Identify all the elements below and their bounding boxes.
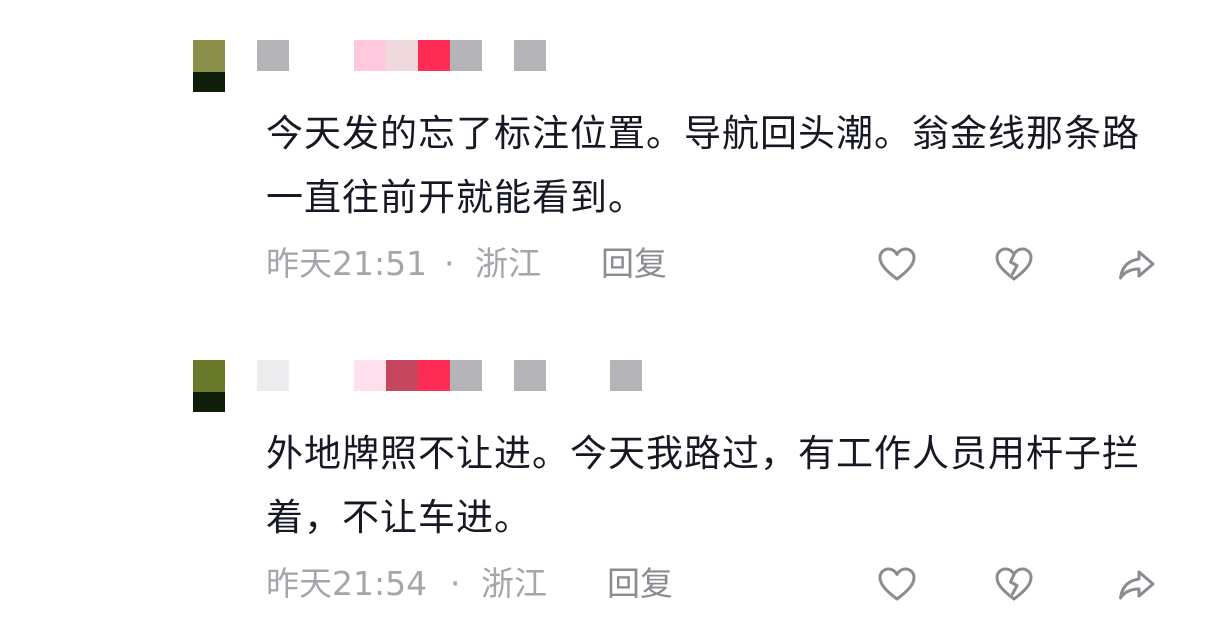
avatar[interactable] [193,40,225,92]
timestamp: 昨天21:54 [266,564,428,603]
comment-item: 外地牌照不让进。今天我路过，有工作人员用杆子拦着，不让车进。 昨天21:54 ·… [0,320,1220,620]
like-button[interactable] [875,563,919,607]
meta-separator: · [444,244,455,283]
dislike-button[interactable] [992,563,1036,607]
location: 浙江 [481,564,547,603]
name-block [257,360,289,391]
avatar[interactable] [193,360,225,412]
name-block [610,360,642,391]
share-button[interactable] [1115,563,1159,607]
broken-heart-icon [995,567,1033,601]
name-block [514,360,546,391]
avatar-top [193,40,225,72]
name-block [418,40,450,71]
avatar-bottom [193,72,225,92]
heart-icon [878,247,916,281]
name-block [450,40,482,71]
meta-separator: · [450,564,461,603]
like-button[interactable] [875,243,919,287]
broken-heart-icon [995,247,1033,281]
name-block [450,360,482,391]
comment-item: 今天发的忘了标注位置。导航回头潮。翁金线那条路一直往前开就能看到。 昨天21:5… [0,0,1220,300]
timestamp: 昨天21:51 [266,244,428,283]
username-pixelated[interactable] [257,360,657,391]
share-button[interactable] [1115,243,1159,287]
comment-text: 外地牌照不让进。今天我路过，有工作人员用杆子拦着，不让车进。 [266,432,1140,539]
share-icon [1119,250,1155,280]
name-block [418,360,450,391]
name-block [386,360,418,391]
name-block [354,40,386,71]
heart-icon [878,567,916,601]
name-block [514,40,546,71]
reply-button[interactable]: 回复 [601,242,667,286]
avatar-bottom [193,392,225,412]
name-block [257,40,289,71]
name-block [386,40,418,71]
share-icon [1119,570,1155,600]
reply-button[interactable]: 回复 [607,562,673,606]
username-pixelated[interactable] [257,40,657,71]
location: 浙江 [475,244,541,283]
dislike-button[interactable] [992,243,1036,287]
comment-text: 今天发的忘了标注位置。导航回头潮。翁金线那条路一直往前开就能看到。 [266,112,1140,219]
name-block [354,360,386,391]
avatar-top [193,360,225,392]
